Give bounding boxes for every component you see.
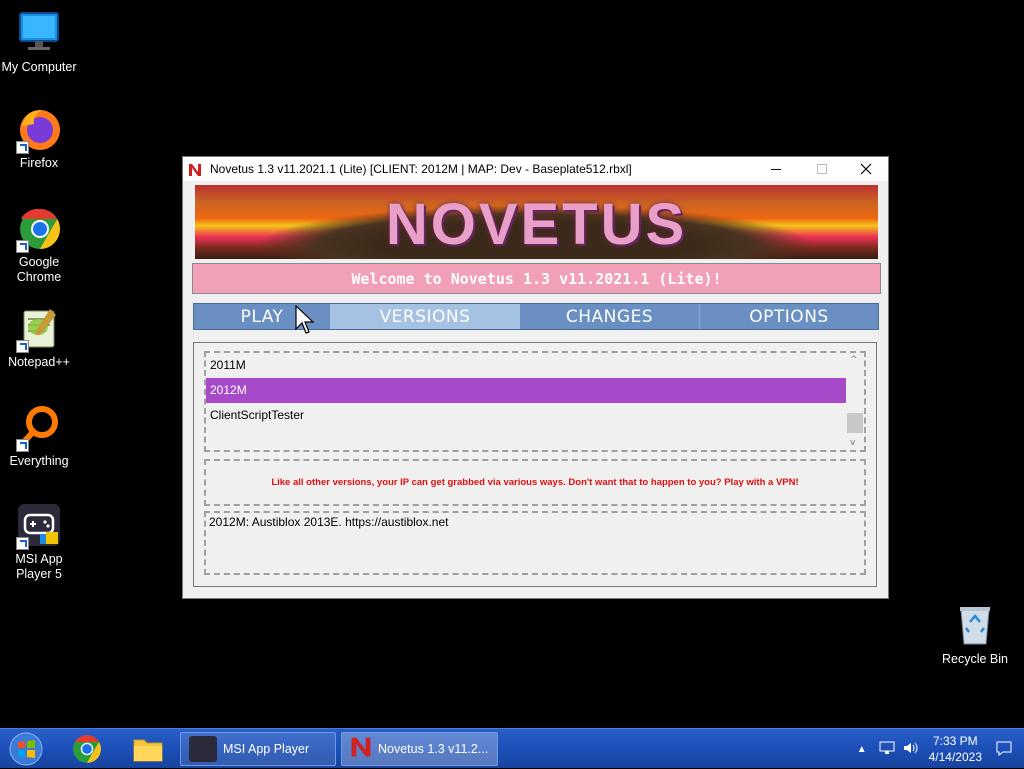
network-icon[interactable] xyxy=(879,741,895,758)
versions-panel: 2011M 2012M ClientScriptTester ^ v Like … xyxy=(193,342,877,587)
task-msi-app-player[interactable]: MSI App Player xyxy=(180,732,336,766)
start-button[interactable] xyxy=(6,732,46,766)
novetus-banner: NOVETUS xyxy=(195,185,878,259)
shortcut-arrow-icon xyxy=(16,537,29,550)
novetus-logo-icon xyxy=(350,736,372,762)
task-label: MSI App Player xyxy=(223,742,310,756)
taskbar-file-explorer[interactable] xyxy=(128,733,168,765)
scrollbar-thumb[interactable] xyxy=(847,413,863,433)
clock[interactable]: 7:33 PM 4/14/2023 xyxy=(929,733,982,765)
mouse-cursor-icon xyxy=(295,305,315,334)
desktop-icon-chrome[interactable]: Google Chrome xyxy=(0,205,78,285)
notifications-icon[interactable] xyxy=(996,740,1012,759)
windows-start-icon xyxy=(9,732,43,766)
shortcut-arrow-icon xyxy=(16,141,29,154)
task-label: Novetus 1.3 v11.2... xyxy=(378,742,489,756)
tab-versions[interactable]: VERSIONS xyxy=(330,304,520,329)
desktop-icon-firefox[interactable]: Firefox xyxy=(0,106,78,171)
desktop-icon-label: Google Chrome xyxy=(16,255,62,284)
recycle-bin-icon xyxy=(952,602,998,648)
firefox-icon xyxy=(16,106,62,154)
folder-icon xyxy=(133,739,163,762)
close-icon xyxy=(860,163,872,175)
maximize-button[interactable] xyxy=(799,157,845,181)
desktop-icon-label: Everything xyxy=(9,454,69,468)
shortcut-arrow-icon xyxy=(16,340,29,353)
scroll-up-icon[interactable]: ^ xyxy=(850,355,858,365)
window-titlebar[interactable]: Novetus 1.3 v11.2021.1 (Lite) [CLIENT: 2… xyxy=(183,157,888,181)
version-description: 2012M: Austiblox 2013E. https://austiblo… xyxy=(204,511,866,575)
clock-time: 7:33 PM xyxy=(932,734,978,748)
taskbar: MSI App Player Novetus 1.3 v11.2... ▲ 7:… xyxy=(0,728,1024,768)
shortcut-arrow-icon xyxy=(16,439,29,452)
everything-search-icon xyxy=(16,404,62,452)
clock-date: 4/14/2023 xyxy=(928,750,982,764)
desktop-icon-my-computer[interactable]: My Computer xyxy=(0,10,78,75)
novetus-window: Novetus 1.3 v11.2021.1 (Lite) [CLIENT: 2… xyxy=(182,156,889,599)
volume-icon[interactable] xyxy=(903,741,919,758)
show-hidden-icons-icon[interactable]: ▲ xyxy=(857,744,867,755)
minimize-button[interactable] xyxy=(753,157,799,181)
list-item-selected[interactable]: 2012M xyxy=(206,378,846,403)
banner-logo-text: NOVETUS xyxy=(385,192,688,257)
system-tray: ▲ 7:33 PM 4/14/2023 xyxy=(857,729,1024,769)
chrome-icon xyxy=(73,735,101,763)
novetus-logo-icon xyxy=(188,162,202,176)
notepadpp-icon xyxy=(16,305,62,353)
close-button[interactable] xyxy=(843,157,889,181)
desktop-icon-label: Recycle Bin xyxy=(942,652,1008,666)
shortcut-arrow-icon xyxy=(16,240,29,253)
desktop-icon-msi-app-player[interactable]: MSI App Player 5 xyxy=(0,502,78,582)
window-title: Novetus 1.3 v11.2021.1 (Lite) [CLIENT: 2… xyxy=(210,162,632,176)
msi-app-player-icon xyxy=(16,502,62,550)
chrome-icon xyxy=(16,205,62,253)
versions-scrollbar[interactable]: ^ v xyxy=(846,353,864,450)
desktop-icon-notepadpp[interactable]: Notepad++ xyxy=(0,305,78,370)
desktop-icon-label: My Computer xyxy=(1,60,77,74)
scroll-down-icon[interactable]: v xyxy=(850,438,855,448)
desktop-icon-label: Firefox xyxy=(19,156,59,170)
desktop-icon-everything[interactable]: Everything xyxy=(0,404,78,469)
tab-options[interactable]: OPTIONS xyxy=(700,304,878,329)
vpn-warning: Like all other versions, your IP can get… xyxy=(204,459,866,506)
task-novetus[interactable]: Novetus 1.3 v11.2... xyxy=(341,732,498,766)
tab-changes[interactable]: CHANGES xyxy=(520,304,700,329)
minimize-icon xyxy=(771,168,781,170)
desktop-icon-label: MSI App Player 5 xyxy=(15,552,63,581)
monitor-icon xyxy=(16,10,62,56)
desktop-icon-recycle-bin[interactable]: Recycle Bin xyxy=(936,602,1014,667)
welcome-banner: Welcome to Novetus 1.3 v11.2021.1 (Lite)… xyxy=(192,263,881,294)
list-item[interactable]: ClientScriptTester xyxy=(206,403,846,428)
taskbar-chrome[interactable] xyxy=(67,733,107,765)
desktop-icon-label: Notepad++ xyxy=(8,355,70,369)
list-item[interactable]: 2011M xyxy=(206,353,846,378)
msi-app-player-icon xyxy=(189,736,217,762)
versions-list[interactable]: 2011M 2012M ClientScriptTester ^ v xyxy=(204,351,866,452)
maximize-icon xyxy=(817,164,827,174)
